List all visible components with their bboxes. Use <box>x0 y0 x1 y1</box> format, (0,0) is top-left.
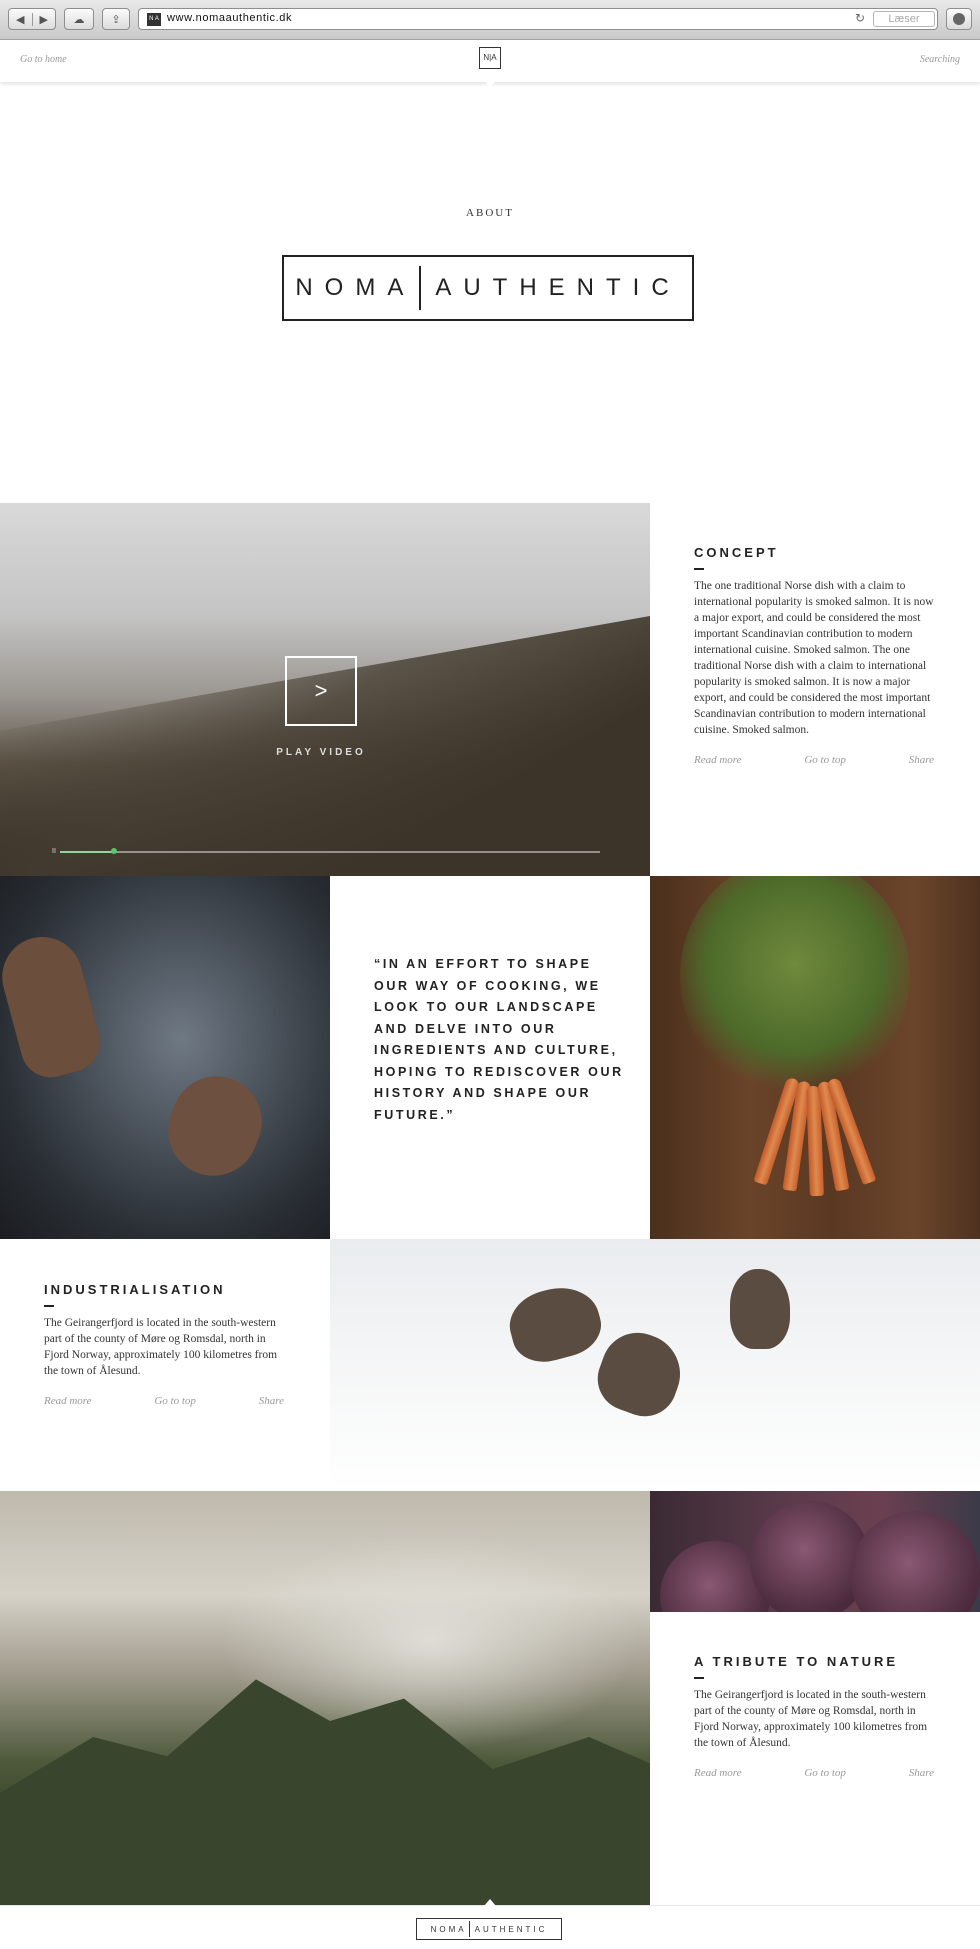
pause-icon[interactable]: II <box>52 848 56 855</box>
industrialisation-links: Read more Go to top Share <box>44 1395 284 1407</box>
footer-notch <box>484 1899 496 1906</box>
go-to-top-link[interactable]: Go to top <box>154 1395 196 1407</box>
logo-word-authentic: AUTHENTIC <box>435 274 681 301</box>
search-link[interactable]: Searching <box>920 54 960 65</box>
favicon: N A <box>147 13 161 26</box>
main-logo: NOMA AUTHENTIC <box>282 255 694 321</box>
video-player[interactable]: > PLAY VIDEO II <box>0 503 650 876</box>
video-progress-handle[interactable] <box>111 848 117 854</box>
footer-logo-divider <box>468 1921 470 1937</box>
downloads-icon[interactable] <box>946 8 972 30</box>
concept-title: CONCEPT <box>694 545 779 560</box>
browser-toolbar: ◀ ▶ ☁ ⇪ N A www.nomaauthentic.dk ↻ Læser <box>0 0 980 40</box>
address-bar[interactable]: N A www.nomaauthentic.dk ↻ Læser <box>138 8 938 30</box>
logo-divider <box>419 266 422 310</box>
about-label: ABOUT <box>466 207 514 219</box>
footer-logo-noma: NOMA <box>430 1924 467 1934</box>
smoking-hands-image <box>0 876 330 1239</box>
go-home-link[interactable]: Go to home <box>20 54 67 65</box>
share-link[interactable]: Share <box>909 754 934 766</box>
logo-word-noma: NOMA <box>295 274 416 301</box>
read-more-link[interactable]: Read more <box>44 1395 92 1407</box>
back-icon[interactable]: ◀ <box>9 13 32 26</box>
concept-body: The one traditional Norse dish with a cl… <box>694 580 934 736</box>
tribute-body: The Geirangerfjord is located in the sou… <box>694 1689 928 1749</box>
url-text[interactable]: www.nomaauthentic.dk <box>167 12 292 24</box>
icloud-tabs-icon[interactable]: ☁ <box>64 8 94 30</box>
back-forward-group: ◀ ▶ <box>8 8 56 30</box>
play-button[interactable]: > <box>285 656 357 726</box>
reader-button[interactable]: Læser <box>873 11 935 27</box>
read-more-link[interactable]: Read more <box>694 1767 742 1779</box>
quote-text: “IN AN EFFORT TO SHAPE OUR WAY OF COOKIN… <box>374 957 624 1122</box>
go-to-top-link[interactable]: Go to top <box>804 1767 846 1779</box>
site-footer: NOMA AUTHENTIC <box>0 1899 980 1949</box>
share-link[interactable]: Share <box>909 1767 934 1779</box>
site-header: Go to home N|A Searching <box>0 40 980 87</box>
tribute-title: A TRIBUTE TO NATURE <box>694 1654 899 1669</box>
concept-links: Read more Go to top Share <box>694 754 934 766</box>
title-dash <box>694 568 704 570</box>
footer-logo-authentic: AUTHENTIC <box>474 1924 548 1934</box>
share-link[interactable]: Share <box>259 1395 284 1407</box>
video-progress-bar[interactable] <box>60 848 600 854</box>
misty-mountains-image <box>0 1491 650 1905</box>
bison-in-snow-image <box>330 1239 980 1491</box>
share-icon[interactable]: ⇪ <box>102 8 130 30</box>
tribute-links: Read more Go to top Share <box>694 1767 934 1779</box>
header-logo[interactable]: N|A <box>479 47 501 69</box>
read-more-link[interactable]: Read more <box>694 754 742 766</box>
tribute-section: A TRIBUTE TO NATURE The Geirangerfjord i… <box>694 1654 934 1779</box>
quote-section: “IN AN EFFORT TO SHAPE OUR WAY OF COOKIN… <box>330 876 650 1239</box>
industrialisation-body: The Geirangerfjord is located in the sou… <box>44 1317 278 1377</box>
hillside-image <box>0 609 650 876</box>
carrots-image <box>650 876 980 1239</box>
play-video-label[interactable]: PLAY VIDEO <box>220 747 422 758</box>
header-notch <box>484 81 496 87</box>
video-progress-fill <box>60 851 114 853</box>
forward-icon[interactable]: ▶ <box>31 12 56 26</box>
figs-image <box>650 1491 980 1612</box>
title-dash <box>44 1305 54 1307</box>
footer-logo[interactable]: NOMA AUTHENTIC <box>416 1918 562 1940</box>
industrialisation-title: INDUSTRIALISATION <box>44 1282 226 1297</box>
reload-icon[interactable]: ↻ <box>855 11 865 25</box>
industrialisation-section: INDUSTRIALISATION The Geirangerfjord is … <box>44 1282 284 1407</box>
go-to-top-link[interactable]: Go to top <box>804 754 846 766</box>
title-dash <box>694 1677 704 1679</box>
concept-section: CONCEPT The one traditional Norse dish w… <box>694 545 934 766</box>
